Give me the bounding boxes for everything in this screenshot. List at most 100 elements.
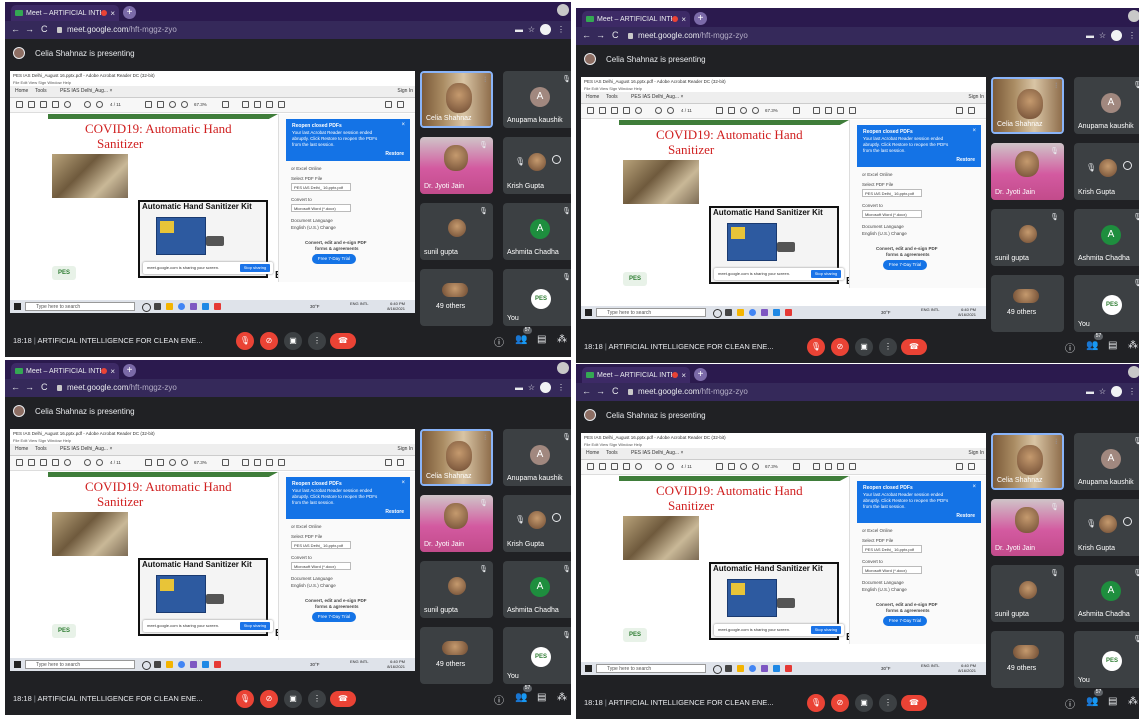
address-bar[interactable]: meet.google.com/hft-mggz-zyo bbox=[67, 25, 177, 34]
participant-tile-self[interactable]: 🎙 PES You bbox=[503, 627, 571, 684]
participant-tile-6[interactable]: 🎙 A Ashmita Chadha bbox=[1074, 565, 1139, 622]
present-icon[interactable]: ▣ bbox=[284, 690, 302, 708]
chat-icon[interactable]: ▤ bbox=[537, 334, 546, 345]
chat-icon[interactable]: ▤ bbox=[537, 692, 546, 703]
new-tab-button[interactable]: + bbox=[123, 364, 136, 377]
present-icon[interactable]: ▣ bbox=[855, 694, 873, 712]
mic-off-icon[interactable]: 🎙 bbox=[807, 694, 825, 712]
participant-tile-others[interactable]: 49 others bbox=[991, 631, 1064, 688]
reload-button[interactable]: C bbox=[41, 24, 48, 34]
camera-off-icon[interactable]: ⊘ bbox=[260, 690, 278, 708]
browser-tab[interactable]: Meet – ARTIFICIAL INTELL × bbox=[582, 367, 690, 383]
participant-tile-4[interactable]: 🎙 Krish Gupta bbox=[1074, 499, 1139, 556]
end-call-icon[interactable]: ☎ bbox=[330, 333, 356, 349]
participant-tile-2[interactable]: 🎙 A Anupama kaushik bbox=[503, 429, 571, 486]
present-icon[interactable]: ▣ bbox=[284, 332, 302, 350]
address-bar[interactable]: meet.google.com/hft-mggz-zyo bbox=[638, 31, 748, 40]
window-control-icon[interactable] bbox=[1128, 366, 1139, 378]
more-vert-icon[interactable]: ⋮ bbox=[879, 338, 897, 356]
participant-tile-6[interactable]: 🎙 A Ashmita Chadha bbox=[1074, 209, 1139, 266]
participant-tile-5[interactable]: 🎙 sunil gupta bbox=[991, 565, 1064, 622]
tab-close-icon[interactable]: × bbox=[681, 371, 686, 380]
profile-avatar[interactable] bbox=[1111, 30, 1122, 41]
participant-tile-3[interactable]: 🎙 Dr. Jyoti Jain bbox=[991, 499, 1064, 556]
reload-button[interactable]: C bbox=[41, 382, 48, 392]
window-control-icon[interactable] bbox=[557, 4, 569, 16]
info-icon[interactable]: ⓘ bbox=[1065, 340, 1075, 355]
reload-button[interactable]: C bbox=[612, 386, 619, 396]
browser-tab[interactable]: Meet – ARTIFICIAL INTELL × bbox=[582, 11, 690, 27]
activities-icon[interactable]: ⁂ bbox=[557, 334, 567, 345]
mic-off-icon[interactable]: 🎙 bbox=[236, 332, 254, 350]
participant-tile-1[interactable]: ⫶ Celia Shahnaz bbox=[420, 71, 493, 128]
participant-tile-self[interactable]: 🎙 PES You bbox=[1074, 275, 1139, 332]
participant-tile-1[interactable]: ⫶ Celia Shahnaz bbox=[991, 433, 1064, 490]
camera-off-icon[interactable]: ⊘ bbox=[831, 694, 849, 712]
camera-indicator-icon[interactable]: ▬ bbox=[515, 25, 523, 34]
window-control-icon[interactable] bbox=[557, 362, 569, 374]
new-tab-button[interactable]: + bbox=[123, 6, 136, 19]
info-icon[interactable]: ⓘ bbox=[494, 334, 504, 349]
participant-tile-self[interactable]: 🎙 PES You bbox=[503, 269, 571, 326]
browser-menu-icon[interactable]: ⋮ bbox=[1128, 387, 1136, 396]
camera-off-icon[interactable]: ⊘ bbox=[260, 332, 278, 350]
bookmark-star-icon[interactable]: ☆ bbox=[1099, 387, 1106, 396]
bookmark-star-icon[interactable]: ☆ bbox=[528, 383, 535, 392]
camera-off-icon[interactable]: ⊘ bbox=[831, 338, 849, 356]
people-icon[interactable]: 👥 bbox=[515, 692, 527, 703]
participant-tile-2[interactable]: 🎙 A Anupama kaushik bbox=[503, 71, 571, 128]
new-tab-button[interactable]: + bbox=[694, 12, 707, 25]
mic-off-icon[interactable]: 🎙 bbox=[236, 690, 254, 708]
camera-indicator-icon[interactable]: ▬ bbox=[1086, 387, 1094, 396]
participant-tile-5[interactable]: 🎙 sunil gupta bbox=[420, 561, 493, 618]
participant-tile-5[interactable]: 🎙 sunil gupta bbox=[991, 209, 1064, 266]
people-icon[interactable]: 👥 bbox=[515, 334, 527, 345]
more-vert-icon[interactable]: ⋮ bbox=[308, 690, 326, 708]
participant-tile-others[interactable]: 49 others bbox=[420, 627, 493, 684]
participant-tile-4[interactable]: 🎙 Krish Gupta bbox=[503, 495, 571, 552]
back-button[interactable]: ← bbox=[11, 382, 20, 392]
profile-avatar[interactable] bbox=[540, 24, 551, 35]
back-button[interactable]: ← bbox=[11, 24, 20, 34]
activities-icon[interactable]: ⁂ bbox=[557, 692, 567, 703]
participant-tile-1[interactable]: ⫶ Celia Shahnaz bbox=[991, 77, 1064, 134]
bookmark-star-icon[interactable]: ☆ bbox=[528, 25, 535, 34]
info-icon[interactable]: ⓘ bbox=[1065, 696, 1075, 711]
participant-tile-5[interactable]: 🎙 sunil gupta bbox=[420, 203, 493, 260]
end-call-icon[interactable]: ☎ bbox=[901, 339, 927, 355]
chat-icon[interactable]: ▤ bbox=[1108, 696, 1117, 707]
participant-tile-3[interactable]: 🎙 Dr. Jyoti Jain bbox=[420, 137, 493, 194]
camera-indicator-icon[interactable]: ▬ bbox=[1086, 31, 1094, 40]
camera-indicator-icon[interactable]: ▬ bbox=[515, 383, 523, 392]
activities-icon[interactable]: ⁂ bbox=[1128, 696, 1138, 707]
tab-close-icon[interactable]: × bbox=[110, 367, 115, 376]
bookmark-star-icon[interactable]: ☆ bbox=[1099, 31, 1106, 40]
participant-tile-6[interactable]: 🎙 A Ashmita Chadha bbox=[503, 203, 571, 260]
chat-icon[interactable]: ▤ bbox=[1108, 340, 1117, 351]
profile-avatar[interactable] bbox=[540, 382, 551, 393]
participant-tile-3[interactable]: 🎙 Dr. Jyoti Jain bbox=[991, 143, 1064, 200]
address-bar[interactable]: meet.google.com/hft-mggz-zyo bbox=[67, 383, 177, 392]
tab-close-icon[interactable]: × bbox=[681, 15, 686, 24]
people-icon[interactable]: 👥 bbox=[1086, 340, 1098, 351]
back-button[interactable]: ← bbox=[582, 386, 591, 396]
forward-button[interactable]: → bbox=[25, 382, 34, 392]
participant-tile-1[interactable]: ⫶ Celia Shahnaz bbox=[420, 429, 493, 486]
more-vert-icon[interactable]: ⋮ bbox=[879, 694, 897, 712]
browser-menu-icon[interactable]: ⋮ bbox=[557, 383, 565, 392]
activities-icon[interactable]: ⁂ bbox=[1128, 340, 1138, 351]
reload-button[interactable]: C bbox=[612, 30, 619, 40]
forward-button[interactable]: → bbox=[25, 24, 34, 34]
new-tab-button[interactable]: + bbox=[694, 368, 707, 381]
browser-tab[interactable]: Meet – ARTIFICIAL INTELL × bbox=[11, 363, 119, 379]
tab-close-icon[interactable]: × bbox=[110, 9, 115, 18]
participant-tile-4[interactable]: 🎙 Krish Gupta bbox=[1074, 143, 1139, 200]
participant-tile-others[interactable]: 49 others bbox=[991, 275, 1064, 332]
participant-tile-6[interactable]: 🎙 A Ashmita Chadha bbox=[503, 561, 571, 618]
profile-avatar[interactable] bbox=[1111, 386, 1122, 397]
present-icon[interactable]: ▣ bbox=[855, 338, 873, 356]
end-call-icon[interactable]: ☎ bbox=[901, 695, 927, 711]
window-control-icon[interactable] bbox=[1128, 10, 1139, 22]
back-button[interactable]: ← bbox=[582, 30, 591, 40]
browser-menu-icon[interactable]: ⋮ bbox=[557, 25, 565, 34]
